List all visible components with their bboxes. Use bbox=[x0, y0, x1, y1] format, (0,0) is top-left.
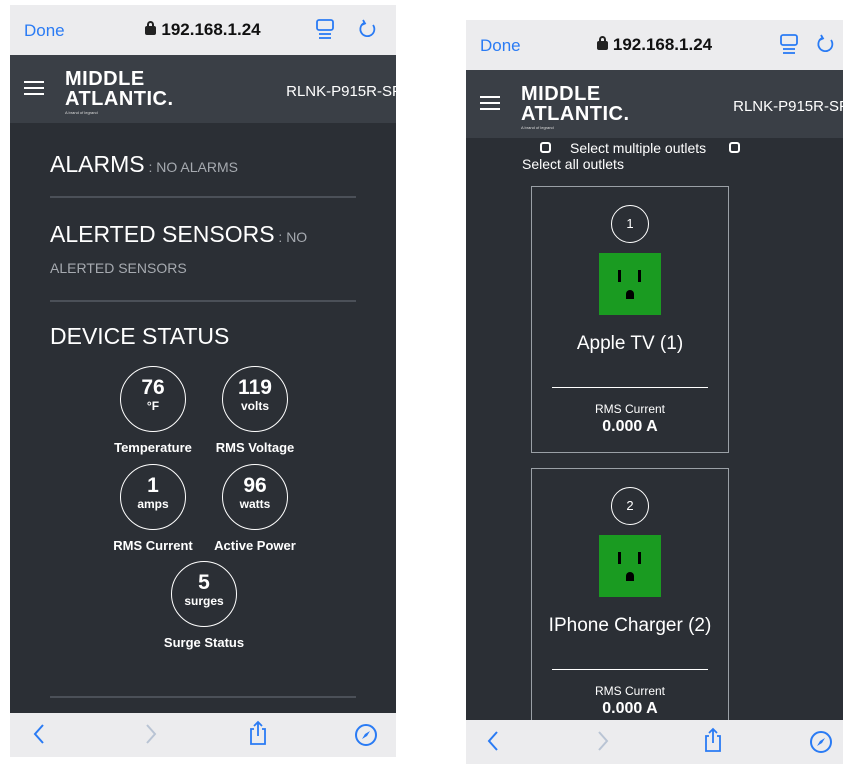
surge-gauge: 5 surges Surge Status bbox=[149, 561, 259, 650]
reader-view-icon[interactable] bbox=[316, 19, 334, 39]
back-icon[interactable] bbox=[486, 730, 500, 752]
address-bar[interactable]: 192.168.1.24 bbox=[10, 20, 396, 40]
alarms-section: ALARMS : NO ALARMS bbox=[50, 151, 356, 178]
alerted-sensors-status-cont: ALERTED SENSORS bbox=[50, 260, 187, 276]
divider bbox=[552, 387, 708, 388]
power-gauge: 96 watts Active Power bbox=[200, 464, 310, 553]
outlet-number: 1 bbox=[611, 205, 649, 243]
voltage-gauge: 119 volts RMS Voltage bbox=[200, 366, 310, 455]
lock-icon bbox=[145, 21, 157, 35]
app-header: MIDDLE ATLANTIC. A brand of legrand RLNK… bbox=[466, 70, 843, 138]
app-header: MIDDLE ATLANTIC. A brand of legrand RLNK… bbox=[10, 55, 396, 123]
outlet-card[interactable]: 2 IPhone Charger (2) RMS Current 0.000 A bbox=[531, 468, 729, 748]
share-icon[interactable] bbox=[703, 727, 723, 753]
reload-icon[interactable] bbox=[358, 19, 378, 39]
rms-current-value: 0.000 A bbox=[602, 700, 658, 717]
divider bbox=[50, 196, 356, 198]
rms-current-label: RMS Current bbox=[594, 684, 665, 698]
compass-icon[interactable] bbox=[809, 730, 833, 754]
alarms-title: ALARMS bbox=[50, 151, 145, 177]
url-text: 192.168.1.24 bbox=[612, 35, 713, 54]
safari-bottom-bar bbox=[10, 713, 396, 757]
select-multiple-label: Select multiple outlets bbox=[570, 140, 707, 156]
forward-icon[interactable] bbox=[596, 730, 610, 752]
current-gauge: 1 amps RMS Current bbox=[98, 464, 208, 553]
alarms-status: : NO ALARMS bbox=[144, 159, 238, 175]
alerted-sensors-title: ALERTED SENSORS bbox=[50, 221, 275, 247]
main-content: ALARMS : NO ALARMS ALERTED SENSORS : NO … bbox=[10, 123, 396, 713]
reader-view-icon[interactable] bbox=[780, 34, 798, 54]
device-status-title: DEVICE STATUS bbox=[50, 323, 230, 349]
back-icon[interactable] bbox=[32, 723, 46, 745]
outlet-name: Apple TV (1) bbox=[576, 333, 684, 354]
safari-bottom-bar bbox=[466, 720, 843, 764]
outlet-number: 2 bbox=[611, 487, 649, 525]
divider bbox=[50, 696, 356, 698]
rms-current-label: RMS Current bbox=[594, 402, 665, 416]
compass-icon[interactable] bbox=[354, 723, 378, 747]
select-all-checkbox[interactable] bbox=[729, 142, 740, 153]
outlet-card[interactable]: 1 Apple TV (1) RMS Current 0.000 A bbox=[531, 186, 729, 453]
outlet-icon[interactable] bbox=[599, 535, 661, 597]
device-name: RLNK-P915R-SP bbox=[733, 98, 843, 115]
alerted-sensors-section: ALERTED SENSORS : NO ALERTED SENSORS bbox=[50, 221, 356, 276]
share-icon[interactable] bbox=[248, 720, 268, 746]
safari-top-bar: Done 192.168.1.24 bbox=[466, 20, 843, 70]
url-text: 192.168.1.24 bbox=[161, 20, 261, 39]
divider bbox=[552, 669, 708, 670]
select-all-label: Select all outlets bbox=[522, 156, 624, 172]
menu-icon[interactable] bbox=[480, 96, 500, 110]
lock-icon bbox=[596, 36, 608, 50]
device-name: RLNK-P915R-SP bbox=[286, 83, 396, 100]
middle-atlantic-logo: MIDDLE ATLANTIC. A brand of legrand bbox=[65, 68, 174, 115]
outlet-name: IPhone Charger (2) bbox=[548, 615, 712, 636]
safari-top-bar: Done 192.168.1.24 bbox=[10, 5, 396, 55]
rms-current-value: 0.000 A bbox=[602, 418, 658, 435]
outlet-selection-controls: Select multiple outlets Select all outle… bbox=[466, 138, 843, 178]
outlet-icon[interactable] bbox=[599, 253, 661, 315]
menu-icon[interactable] bbox=[24, 81, 44, 95]
divider bbox=[50, 300, 356, 302]
alerted-sensors-status: : NO bbox=[274, 229, 308, 245]
phone-screen-device-status: Done 192.168.1.24 MIDDLE ATLANTIC. A bra… bbox=[10, 5, 396, 757]
phone-screen-outlets: Done 192.168.1.24 MIDDLE ATLANTIC. A bra… bbox=[466, 20, 843, 764]
main-content: Select multiple outlets Select all outle… bbox=[466, 138, 843, 748]
device-status-section: DEVICE STATUS bbox=[50, 323, 356, 350]
reload-icon[interactable] bbox=[816, 34, 836, 54]
temperature-gauge: 76 °F Temperature bbox=[98, 366, 208, 455]
middle-atlantic-logo: MIDDLE ATLANTIC. A brand of legrand bbox=[521, 83, 630, 130]
select-multiple-checkbox[interactable] bbox=[540, 142, 551, 153]
forward-icon[interactable] bbox=[144, 723, 158, 745]
